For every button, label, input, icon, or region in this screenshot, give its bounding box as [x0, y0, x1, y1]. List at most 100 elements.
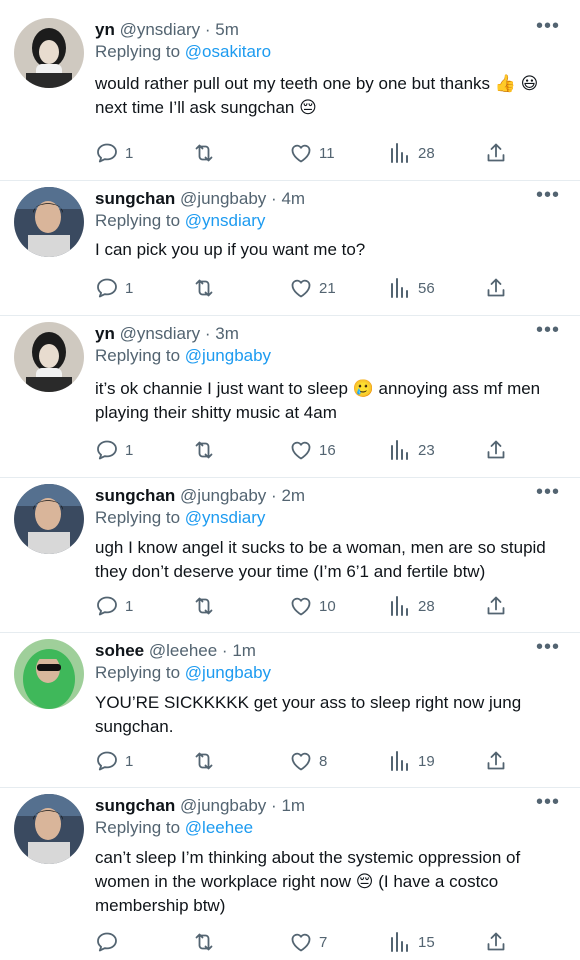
reply-count: 1: [125, 597, 134, 615]
retweet-button[interactable]: [192, 438, 222, 462]
views-button[interactable]: 23: [388, 438, 435, 462]
display-name[interactable]: sohee: [95, 641, 144, 660]
retweet-button[interactable]: [192, 594, 222, 618]
reply-button[interactable]: 1: [95, 594, 133, 618]
display-name[interactable]: sungchan: [95, 486, 175, 505]
like-count: 10: [319, 597, 336, 615]
avatar[interactable]: [14, 322, 84, 392]
display-name[interactable]: yn: [95, 20, 115, 39]
tweet[interactable]: sungchan @jungbaby · 1m ••• Replying to …: [0, 792, 580, 960]
like-icon: [291, 144, 311, 163]
views-icon: [391, 143, 408, 163]
timestamp[interactable]: 4m: [281, 189, 305, 208]
like-icon: [291, 441, 311, 460]
reply-button[interactable]: 1: [95, 276, 133, 300]
handle[interactable]: @jungbaby: [180, 189, 266, 208]
share-button[interactable]: [484, 141, 508, 165]
reply-button[interactable]: 1: [95, 749, 133, 773]
reply-button[interactable]: 1: [95, 438, 133, 462]
replying-to-link[interactable]: @osakitaro: [185, 42, 271, 61]
views-count: 28: [418, 597, 435, 615]
reply-icon: [97, 596, 117, 616]
separator: ·: [204, 20, 211, 39]
more-icon[interactable]: •••: [536, 16, 560, 36]
share-icon: [487, 440, 505, 459]
like-button[interactable]: 16: [289, 438, 336, 462]
more-icon[interactable]: •••: [536, 637, 560, 657]
separator: ·: [271, 796, 277, 815]
replying-to-link[interactable]: @ynsdiary: [185, 508, 266, 527]
replying-to-link[interactable]: @leehee: [185, 818, 253, 837]
retweet-button[interactable]: [192, 930, 222, 954]
replying-prefix: Replying to: [95, 663, 181, 682]
tweet[interactable]: yn @ynsdiary · 5m ••• Replying to @osaki…: [0, 16, 580, 181]
handle[interactable]: @ynsdiary: [120, 20, 201, 39]
timestamp[interactable]: 1m: [232, 641, 256, 660]
avatar[interactable]: [14, 18, 84, 88]
avatar[interactable]: [14, 187, 84, 257]
views-button[interactable]: 56: [388, 276, 435, 300]
more-icon[interactable]: •••: [536, 320, 560, 340]
display-name[interactable]: sungchan: [95, 796, 175, 815]
views-button[interactable]: 28: [388, 141, 435, 165]
views-button[interactable]: 15: [388, 930, 435, 954]
replying-to-link[interactable]: @jungbaby: [185, 663, 271, 682]
timestamp[interactable]: 3m: [215, 324, 239, 343]
timestamp[interactable]: 2m: [281, 486, 305, 505]
avatar[interactable]: [14, 794, 84, 864]
reply-button[interactable]: 1: [95, 141, 133, 165]
display-name[interactable]: yn: [95, 324, 115, 343]
handle[interactable]: @jungbaby: [180, 796, 266, 815]
share-button[interactable]: [484, 749, 508, 773]
timestamp[interactable]: 5m: [215, 20, 239, 39]
tweet-text: ugh I know angel it sucks to be a woman,…: [95, 538, 546, 581]
handle[interactable]: @ynsdiary: [120, 324, 201, 343]
retweet-button[interactable]: [192, 749, 222, 773]
reply-icon: [97, 143, 117, 163]
views-icon: [391, 596, 408, 616]
replying-prefix: Replying to: [95, 508, 181, 527]
handle[interactable]: @leehee: [149, 641, 217, 660]
more-icon[interactable]: •••: [536, 185, 560, 205]
action-bar: 7 15: [95, 930, 515, 954]
views-button[interactable]: 28: [388, 594, 435, 618]
replying-to: Replying to @jungbaby: [95, 663, 271, 683]
retweet-button[interactable]: [192, 141, 222, 165]
more-icon[interactable]: •••: [536, 792, 560, 812]
share-button[interactable]: [484, 438, 508, 462]
tweet-header: yn @ynsdiary · 3m: [95, 324, 239, 344]
views-count: 19: [418, 752, 435, 770]
retweet-icon: [195, 144, 213, 162]
tweet-text: can’t sleep I’m thinking about the syste…: [95, 848, 521, 915]
share-icon: [487, 278, 505, 297]
replying-to-link[interactable]: @ynsdiary: [185, 211, 266, 230]
like-button[interactable]: 8: [289, 749, 327, 773]
retweet-icon: [195, 279, 213, 297]
reply-button[interactable]: [95, 930, 125, 954]
tweet[interactable]: sungchan @jungbaby · 2m ••• Replying to …: [0, 482, 580, 633]
like-button[interactable]: 10: [289, 594, 336, 618]
avatar[interactable]: [14, 639, 84, 709]
more-icon[interactable]: •••: [536, 482, 560, 502]
like-button[interactable]: 21: [289, 276, 336, 300]
views-button[interactable]: 19: [388, 749, 435, 773]
tweet[interactable]: yn @ynsdiary · 3m ••• Replying to @jungb…: [0, 320, 580, 478]
tweet[interactable]: sungchan @jungbaby · 4m ••• Replying to …: [0, 185, 580, 316]
tweet[interactable]: sohee @leehee · 1m ••• Replying to @jung…: [0, 637, 580, 788]
timestamp[interactable]: 1m: [281, 796, 305, 815]
share-button[interactable]: [484, 594, 508, 618]
replying-to-link[interactable]: @jungbaby: [185, 346, 271, 365]
share-button[interactable]: [484, 930, 508, 954]
avatar[interactable]: [14, 484, 84, 554]
like-icon: [291, 597, 311, 616]
share-button[interactable]: [484, 276, 508, 300]
replying-to: Replying to @ynsdiary: [95, 508, 265, 528]
action-bar: 1 11 28: [95, 141, 515, 165]
like-button[interactable]: 7: [289, 930, 327, 954]
handle[interactable]: @jungbaby: [180, 486, 266, 505]
like-count: 11: [319, 144, 335, 162]
display-name[interactable]: sungchan: [95, 189, 175, 208]
like-button[interactable]: 11: [289, 141, 335, 165]
retweet-button[interactable]: [192, 276, 222, 300]
retweet-icon: [195, 933, 213, 951]
